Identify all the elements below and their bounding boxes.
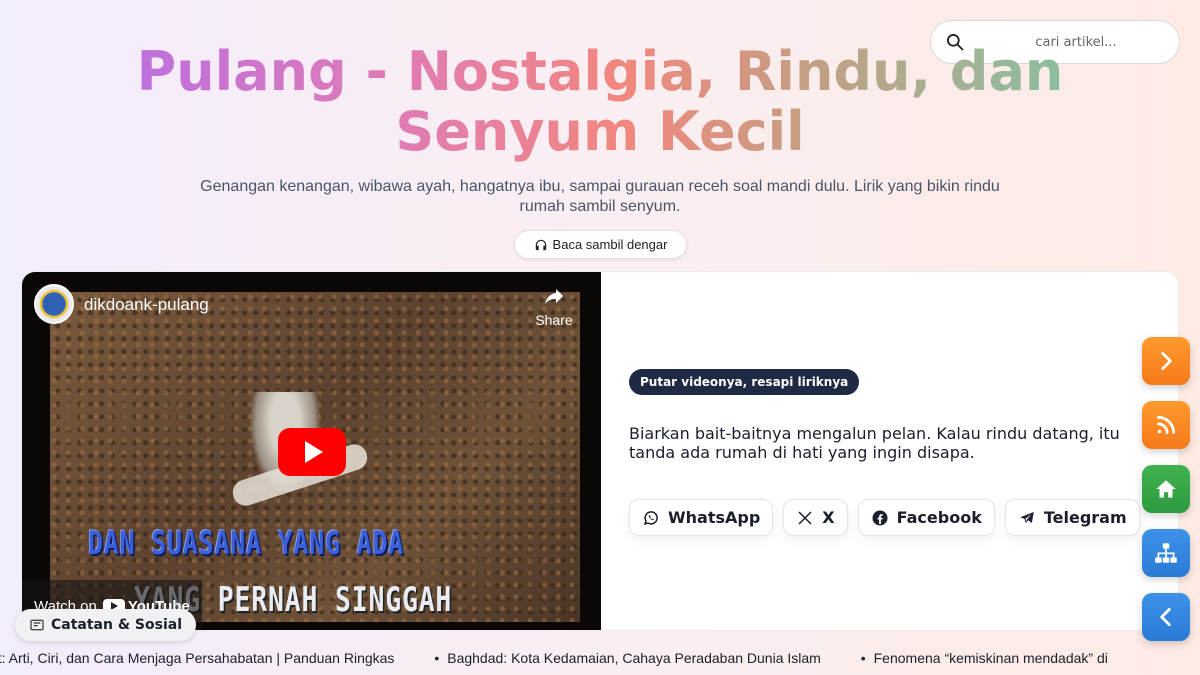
ticker-item[interactable]: • Baghdad: Kota Kedamaian, Cahaya Peradab… [434,650,821,666]
ticker-track: at: Arti, Ciri, dan Cara Menjaga Persaha… [0,650,1144,666]
sitemap-icon [1155,543,1177,563]
rss-button[interactable] [1142,401,1190,449]
share-whatsapp-label: WhatsApp [668,508,761,527]
youtube-embed[interactable]: dikdoank-pulang Share DAN SUASANA YANG A… [22,272,601,630]
share-facebook-button[interactable]: Facebook [857,499,995,536]
home-button[interactable] [1142,465,1190,513]
play-button[interactable] [278,428,346,476]
video-share-button[interactable]: Share [534,284,574,328]
next-post-button[interactable] [1142,337,1190,385]
share-label: Share [535,312,573,328]
panel-tag: Putar videonya, resapi liriknya [629,369,860,395]
ticker-item[interactable]: at: Arti, Ciri, dan Cara Menjaga Persaha… [0,650,394,666]
lyric-line-1: DAN SUASANA YANG ADA [88,524,405,562]
next-icon [1161,352,1172,370]
page-title: Pulang - Nostalgia, Rindu, dan Senyum Ke… [80,42,1120,162]
facebook-icon [872,510,888,525]
rss-icon [1157,416,1175,434]
page-subtitle: Genangan kenangan, wibawa ayah, hangatny… [200,178,1000,215]
channel-avatar[interactable] [34,284,74,324]
share-x-button[interactable]: X [783,499,848,536]
share-whatsapp-button[interactable]: WhatsApp [629,499,774,536]
channel-name[interactable]: dikdoank-pulang [84,295,209,315]
sitemap-button[interactable] [1142,529,1190,577]
prev-icon [1160,608,1171,626]
share-buttons: WhatsApp X Facebook Telegram [629,499,1140,536]
listen-button[interactable]: Baca sambil dengar [514,230,687,259]
telegram-icon [1020,511,1034,523]
prev-post-button[interactable] [1142,593,1190,641]
news-ticker: at: Arti, Ciri, dan Cara Menjaga Persaha… [0,645,1200,671]
share-x-label: X [822,508,835,527]
section-pill-label: Catatan & Sosial [51,617,183,633]
newspaper-icon [30,619,44,631]
listen-label: Baca sambil dengar [552,237,668,252]
panel-description: Biarkan bait-baitnya mengalun pelan. Kal… [629,424,1120,462]
media-card: dikdoank-pulang Share DAN SUASANA YANG A… [21,271,1179,631]
share-telegram-label: Telegram [1043,508,1127,527]
info-panel: Putar videonya, resapi liriknya Biarkan … [629,272,1169,630]
home-icon [1156,480,1176,498]
headphones-icon [535,239,546,250]
share-arrow-icon [545,289,563,304]
share-telegram-button[interactable]: Telegram [1004,499,1140,536]
whatsapp-icon [643,510,658,525]
ticker-item[interactable]: • Fenomena “kemiskinan mendadak” di [861,650,1108,666]
x-icon [798,510,812,525]
section-pill[interactable]: Catatan & Sosial [15,609,197,641]
share-facebook-label: Facebook [896,508,982,527]
